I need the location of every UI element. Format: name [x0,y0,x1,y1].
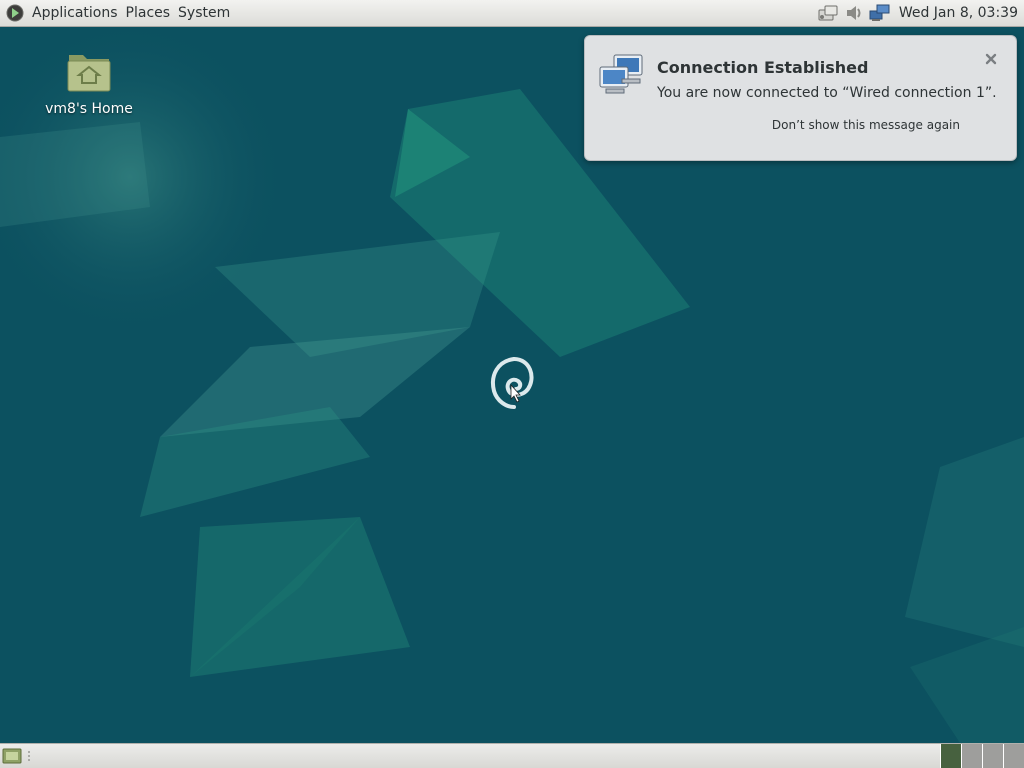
workspace-1[interactable] [940,744,961,768]
home-folder-label: vm8's Home [45,101,133,117]
home-folder-icon [67,55,111,92]
show-desktop-icon[interactable] [2,747,22,765]
workspace-4[interactable] [1003,744,1024,768]
system-tray: Wed Jan 8, 03:39 [817,0,1024,26]
workspace-2[interactable] [961,744,982,768]
network-status-icon[interactable] [817,3,839,23]
close-icon[interactable] [984,52,998,66]
notification-body: You are now connected to “Wired connecti… [657,85,997,101]
network-wired-icon [599,54,643,94]
debian-swirl-icon [491,357,534,409]
menu-places[interactable]: Places [122,0,175,26]
panel-drag-handle[interactable] [26,750,32,762]
menu-system[interactable]: System [174,0,234,26]
panel-clock[interactable]: Wed Jan 8, 03:39 [899,5,1018,21]
workspace-switcher [940,744,1024,768]
volume-icon[interactable] [843,3,865,23]
notification-title: Connection Established [657,58,869,77]
workspace-3[interactable] [982,744,1003,768]
dont-show-again-button[interactable]: Don’t show this message again [772,118,960,132]
menu-applications[interactable]: Applications [28,0,122,26]
top-panel: Applications Places System Wed Jan 8, 03… [0,0,1024,27]
network-manager-icon[interactable] [869,3,891,23]
debian-menu-icon[interactable] [6,4,24,22]
home-folder-launcher[interactable]: vm8's Home [34,49,144,117]
bottom-panel [0,743,1024,768]
notification-connection-established[interactable]: Connection Established You are now conne… [584,35,1017,161]
